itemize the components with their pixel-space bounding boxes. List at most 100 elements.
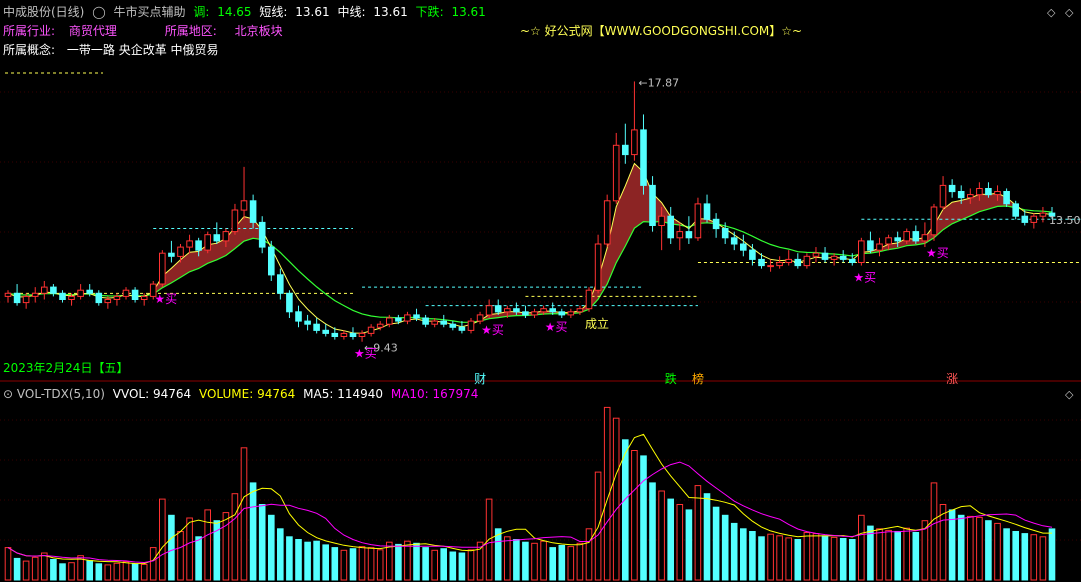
candle-body <box>240 200 248 211</box>
candle-body <box>131 289 139 301</box>
industry-value[interactable]: 商贸代理 <box>69 24 117 38</box>
vol-collapse-icon[interactable]: ⊙ <box>3 387 13 401</box>
volume-bar <box>104 564 112 581</box>
volume-bar <box>195 536 202 581</box>
volume-bar <box>249 482 257 581</box>
region-label: 所属地区: <box>164 24 217 38</box>
label-adjust-value: 14.65 <box>217 5 252 19</box>
volume-bar <box>204 509 211 581</box>
volume-bar <box>258 504 266 581</box>
candle-body <box>159 252 166 285</box>
volume-bar <box>86 560 94 581</box>
volume-bar <box>531 542 538 581</box>
candle-body <box>77 289 84 297</box>
volume-bar <box>331 547 339 581</box>
candle-body <box>59 292 66 300</box>
candle-body <box>640 129 647 186</box>
buy-signal: ★买 <box>354 347 377 361</box>
candle-body <box>494 305 502 313</box>
volume-bar <box>222 512 230 581</box>
chart-canvas[interactable]: ←17.87←9.4313.50成立★买★买★买 ★买★买★买财跌榜涨 <box>0 0 1081 582</box>
concept-value[interactable]: 一带一路 央企改革 中俄贸易 <box>67 43 219 57</box>
volume-bar <box>776 535 783 581</box>
volume-bar <box>758 536 765 581</box>
candle-body <box>531 311 538 316</box>
candle-body <box>667 215 675 239</box>
close-icon[interactable]: ◇ <box>1065 6 1073 19</box>
candle-body <box>340 332 348 337</box>
candle-body <box>376 323 384 328</box>
volume-bar <box>31 556 39 581</box>
candle-body <box>31 292 39 297</box>
candle-body <box>758 258 765 267</box>
volume-bar <box>667 498 675 581</box>
candle-body <box>985 188 992 196</box>
volume-bar <box>567 546 575 581</box>
volume-bar <box>277 528 284 581</box>
settings-icon[interactable]: ◇ <box>1065 388 1073 401</box>
candle-body <box>95 292 103 304</box>
volume-bar <box>740 528 747 581</box>
industry-label: 所属行业: <box>3 24 56 38</box>
volume-bar <box>558 545 566 581</box>
candle-body <box>912 231 920 242</box>
candle-body <box>431 320 438 325</box>
volume-bar <box>649 482 656 581</box>
candle-body <box>721 228 729 239</box>
region-value[interactable]: 北京板块 <box>235 24 283 38</box>
volume-bar <box>885 529 892 581</box>
volume-bar <box>349 548 357 581</box>
volume-bar <box>721 514 729 581</box>
candle-body <box>585 289 593 310</box>
collapse-icon[interactable]: ◇ <box>1047 6 1055 19</box>
candle-body <box>313 323 320 331</box>
vol-title[interactable]: VOL-TDX(5,10) <box>17 387 105 401</box>
candle-body <box>177 246 184 257</box>
candle-body <box>948 184 956 193</box>
event-marker: 榜 <box>692 371 704 386</box>
stock-title[interactable]: 中成股份(日线) <box>3 5 84 19</box>
candle-body <box>730 237 738 245</box>
candle-body <box>612 144 620 202</box>
candle-body <box>549 308 557 313</box>
buy-signal: ★买 <box>853 271 876 285</box>
candle-body <box>821 252 829 260</box>
candle-body <box>295 311 302 322</box>
volume-bar <box>540 540 547 581</box>
candle-body <box>104 299 112 304</box>
volume-bar <box>903 527 911 581</box>
candle-body <box>921 234 929 242</box>
label-mid-value: 13.61 <box>373 5 408 19</box>
volume-bar <box>177 531 184 581</box>
candle-body <box>976 188 983 196</box>
candle-body <box>513 308 520 313</box>
candle-body <box>231 209 239 233</box>
label-adjust-name: 调 <box>193 5 206 19</box>
candle-body <box>186 240 193 248</box>
event-marker: 涨 <box>946 371 958 386</box>
volume-bar <box>812 533 820 581</box>
ma5-value: 114940 <box>337 387 384 401</box>
candle-body <box>894 237 902 242</box>
candle-body <box>939 184 947 208</box>
candle-body <box>994 191 1001 196</box>
volume-bar <box>41 552 48 581</box>
candle-body <box>967 194 974 199</box>
indicator-name[interactable]: 牛市买点辅助 <box>113 5 185 19</box>
ma10-label: MA10: <box>390 387 429 401</box>
volume-bar <box>13 557 21 581</box>
buy-signal: ★买 <box>926 246 949 260</box>
candle-body <box>876 243 883 251</box>
volume-bar <box>522 541 529 581</box>
candle-body <box>122 289 130 297</box>
candle-body <box>277 274 284 294</box>
candle-body <box>322 329 329 334</box>
volume-bar <box>95 563 103 581</box>
volume-bar <box>658 490 665 581</box>
volume-bar <box>240 447 248 581</box>
candle-body <box>849 258 856 263</box>
volume-bar <box>513 539 520 581</box>
candle-body <box>358 332 366 337</box>
volume-bar <box>612 417 620 581</box>
candle-body <box>422 317 429 325</box>
